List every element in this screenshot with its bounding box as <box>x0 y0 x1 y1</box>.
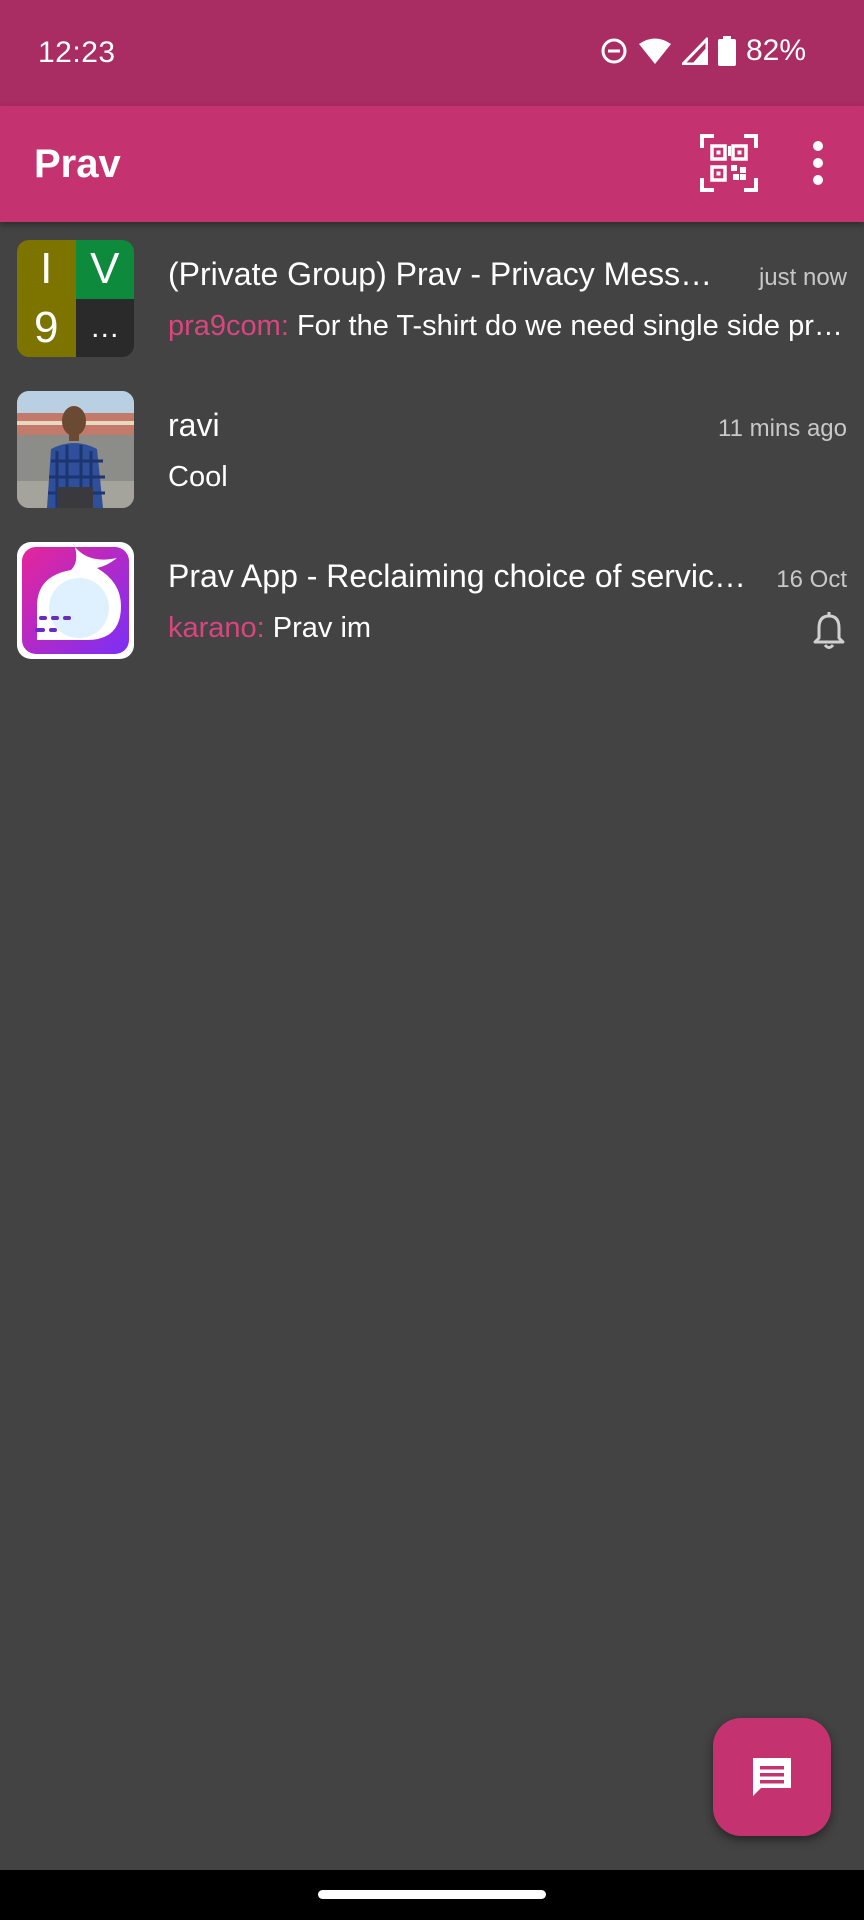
chat-time: 11 mins ago <box>718 415 847 442</box>
app-bar: Prav <box>0 106 864 222</box>
prav-app-avatar <box>17 542 134 659</box>
group-avatar-more: … <box>75 298 134 357</box>
chat-row-ravi[interactable]: ravi 11 mins ago Cool <box>0 373 864 524</box>
chat-title: (Private Group) Prav - Privacy Messe… <box>168 256 728 292</box>
group-avatar-letter: I <box>17 240 76 299</box>
chat-message: For the T-shirt do we need single side p… <box>296 310 843 342</box>
group-avatar: I V 9 … <box>17 240 134 357</box>
contact-avatar <box>17 391 134 508</box>
chat-list: I V 9 … (Private Group) Prav - Privacy M… <box>0 222 864 675</box>
more-options-button[interactable] <box>800 134 836 192</box>
navigation-bar <box>0 1870 864 1920</box>
chat-preview: karano: Prav im <box>168 612 748 645</box>
home-gesture-handle[interactable] <box>318 1890 546 1899</box>
chat-row-prav-app[interactable]: Prav App - Reclaiming choice of servic… … <box>0 524 864 675</box>
bell-icon <box>813 612 845 649</box>
status-time: 12:23 <box>38 36 116 69</box>
group-avatar-letter: V <box>75 240 134 299</box>
qr-code-icon <box>700 134 758 192</box>
new-message-icon <box>753 1758 791 1796</box>
status-icons: 82% <box>600 34 806 68</box>
chat-time: 16 Oct <box>776 566 847 593</box>
chat-title: Prav App - Reclaiming choice of servic… <box>168 558 746 594</box>
chat-message: Prav im <box>272 612 372 644</box>
cell-signal-icon <box>681 37 708 65</box>
app-title: Prav <box>34 142 121 186</box>
battery-percent: 82% <box>745 34 806 67</box>
qr-scan-button[interactable] <box>700 134 758 192</box>
new-chat-button[interactable] <box>713 1718 831 1836</box>
status-bar: 12:23 82% <box>0 0 864 106</box>
chat-sender: pra9com: <box>168 310 289 342</box>
chat-time: just now <box>758 264 847 291</box>
chat-row-private-group[interactable]: I V 9 … (Private Group) Prav - Privacy M… <box>0 222 864 373</box>
contact-photo <box>17 391 134 508</box>
battery-icon <box>717 36 736 66</box>
muted-indicator <box>812 612 846 650</box>
chat-preview: Cool <box>168 461 848 494</box>
do-not-disturb-icon <box>601 38 627 64</box>
chat-title: ravi <box>168 407 220 443</box>
prav-logo-icon <box>22 547 129 654</box>
more-vert-icon <box>813 141 823 185</box>
wifi-icon <box>638 38 671 64</box>
chat-sender: karano: <box>168 612 265 644</box>
group-avatar-letter: 9 <box>17 298 76 357</box>
chat-preview: pra9com: For the T-shirt do we need sing… <box>168 310 848 343</box>
chat-message: Cool <box>168 461 228 493</box>
